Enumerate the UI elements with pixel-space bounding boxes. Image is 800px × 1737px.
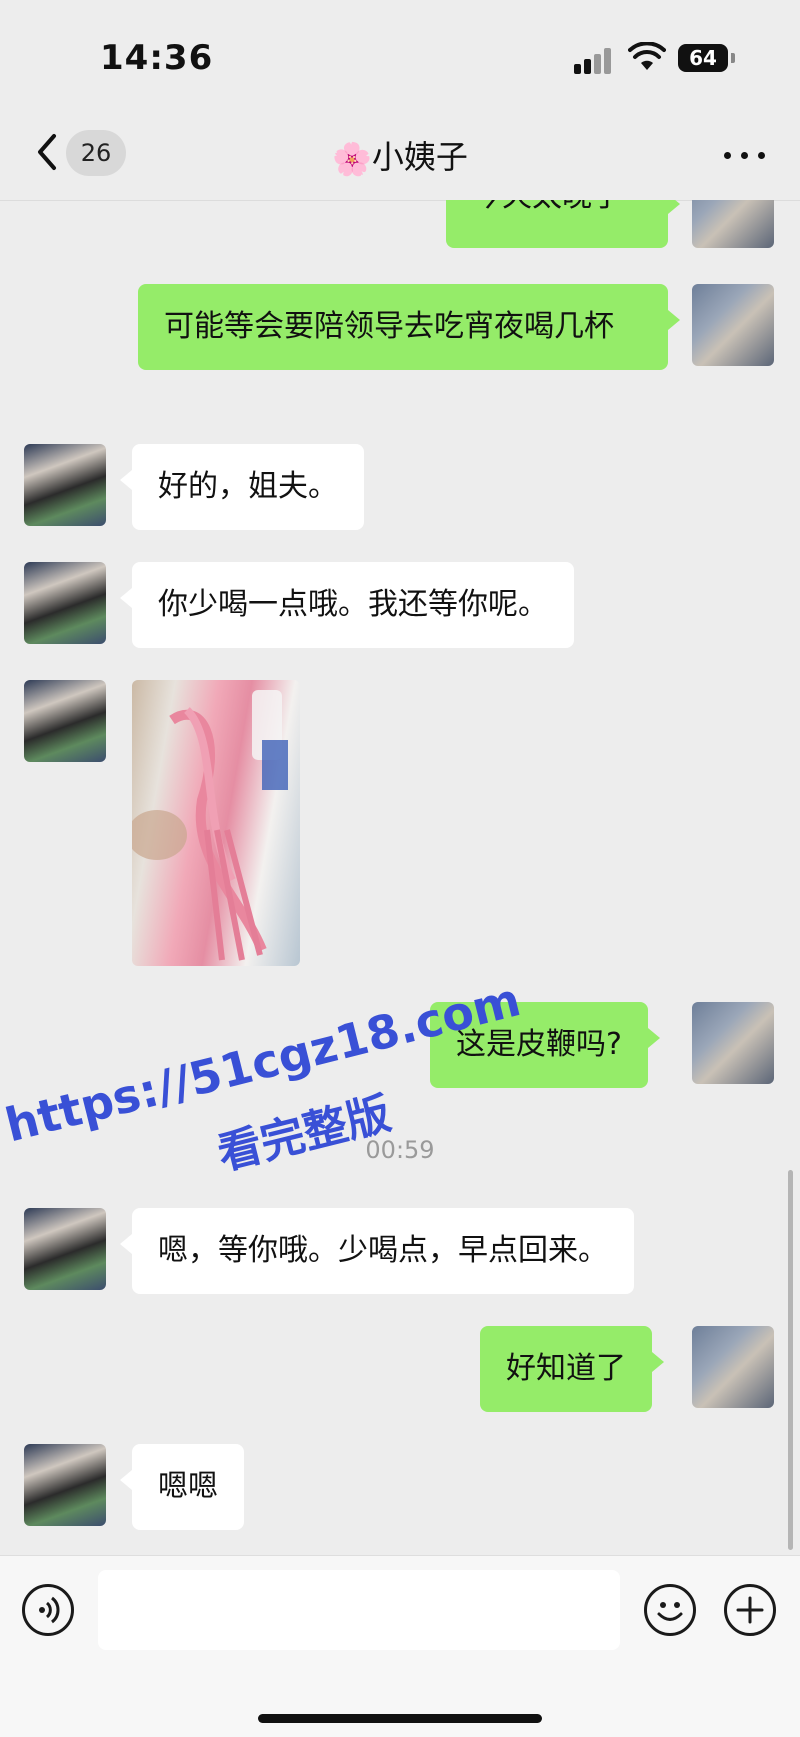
message-text: 好知道了 <box>506 1351 626 1386</box>
message-text: 嗯，等你哦。少喝点，早点回来。 <box>158 1233 608 1268</box>
status-time: 14:36 <box>100 38 214 78</box>
more-dots-icon[interactable] <box>722 140 768 170</box>
message-timestamp: 00:59 <box>365 1136 435 1164</box>
contact-avatar[interactable] <box>24 562 106 644</box>
photo-content <box>132 690 288 961</box>
message-bubble-received[interactable]: 嗯，等你哦。少喝点，早点回来。 <box>120 1208 634 1294</box>
contact-avatar[interactable] <box>24 444 106 526</box>
flower-icon: 🌸 <box>332 140 372 178</box>
message-text: 你少喝一点哦。我还等你呢。 <box>158 587 548 622</box>
message-list[interactable]: 今天太晚了 可能等会要陪领导去吃宵夜喝几杯 好的，姐夫。 你少喝一点哦。我还等你… <box>0 200 800 1555</box>
my-avatar[interactable] <box>692 1326 774 1408</box>
message-text: 嗯嗯 <box>158 1469 218 1504</box>
message-text: 好的，姐夫。 <box>158 469 338 504</box>
message-bubble-received[interactable]: 你少喝一点哦。我还等你呢。 <box>120 562 574 648</box>
wifi-icon <box>628 42 666 70</box>
message-text: 可能等会要陪领导去吃宵夜喝几杯 <box>164 309 614 344</box>
status-bar: 14:36 64 <box>0 0 800 110</box>
contact-avatar[interactable] <box>24 680 106 762</box>
input-bar <box>0 1555 800 1737</box>
message-bubble-sent[interactable]: 好知道了 <box>480 1326 664 1412</box>
battery-indicator: 64 <box>678 44 728 72</box>
chat-title: 🌸小姨子 <box>0 132 800 178</box>
my-avatar[interactable] <box>692 1002 774 1084</box>
home-indicator[interactable] <box>258 1714 542 1723</box>
my-avatar[interactable] <box>692 200 774 248</box>
chat-title-text: 小姨子 <box>371 138 468 176</box>
message-text: 今天太晚了 <box>472 200 622 214</box>
message-bubble-sent[interactable]: 今天太晚了 <box>446 200 680 248</box>
my-avatar[interactable] <box>692 284 774 366</box>
message-input[interactable] <box>98 1570 620 1650</box>
message-bubble-received[interactable]: 嗯嗯 <box>120 1444 244 1530</box>
emoji-icon[interactable] <box>644 1584 696 1636</box>
contact-avatar[interactable] <box>24 1208 106 1290</box>
scrollbar[interactable] <box>788 1170 793 1550</box>
message-bubble-received[interactable]: 好的，姐夫。 <box>120 444 364 530</box>
signal-icon <box>574 46 614 74</box>
message-bubble-sent[interactable]: 可能等会要陪领导去吃宵夜喝几杯 <box>138 284 680 370</box>
image-message[interactable] <box>132 680 300 966</box>
voice-icon[interactable] <box>22 1584 74 1636</box>
battery-cap <box>731 53 735 63</box>
plus-icon[interactable] <box>724 1584 776 1636</box>
chat-header: 26 🌸小姨子 <box>0 110 800 201</box>
contact-avatar[interactable] <box>24 1444 106 1526</box>
